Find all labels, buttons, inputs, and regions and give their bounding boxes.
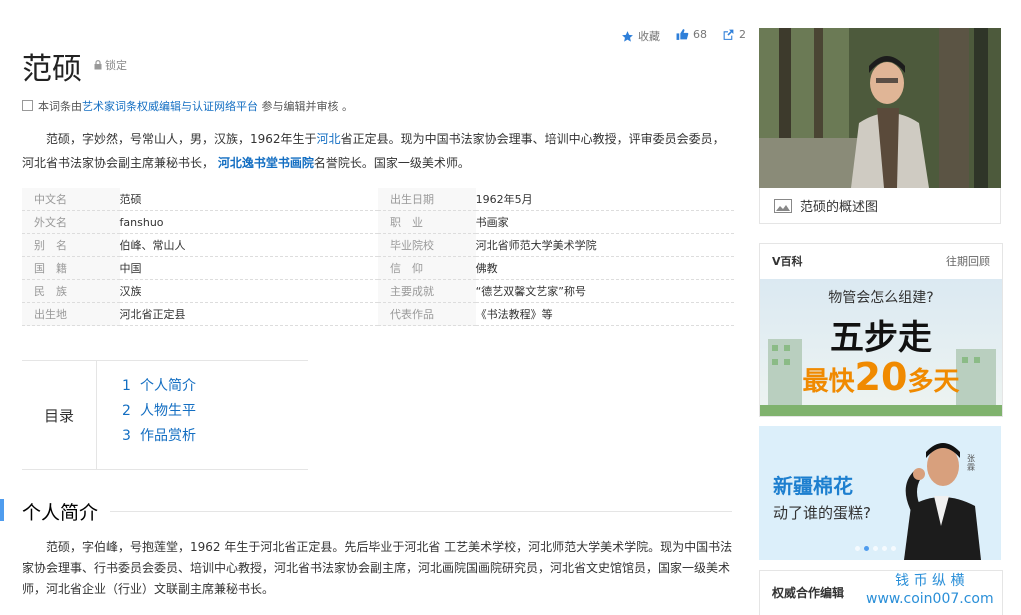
basic-info-row: 出生地 河北省正定县 代表作品 《书法教程》等 xyxy=(22,302,734,326)
section-marker xyxy=(0,499,4,521)
watermark-line2: www.coin007.com xyxy=(866,591,994,607)
basic-info-value: 汉族 xyxy=(119,279,379,303)
basic-info-value: 《书法教程》等 xyxy=(475,302,734,326)
basic-info-table: 中文名 范硕 出生日期 1962年5月 外文名 fanshuo 职 业书画家别 名伯峰、常山… xyxy=(22,188,734,326)
basic-info-value: fanshuo xyxy=(119,210,379,234)
carousel-dots xyxy=(855,546,896,551)
intro-link-yishutang[interactable]: 河北逸书堂书画院 xyxy=(218,156,314,170)
notice-link[interactable]: 艺术家词条权威编辑与认证网络平台 xyxy=(82,100,258,113)
basic-info-key: 民 族 xyxy=(22,279,120,303)
intro-link-hebei[interactable]: 河北 xyxy=(317,132,341,146)
coop-title: 权威合作编辑 xyxy=(772,586,845,600)
basic-info-value: 河北省师范大学美术学院 xyxy=(475,233,734,257)
basic-info-key: 出生地 xyxy=(22,302,120,326)
basic-info-key: 职 业 xyxy=(378,210,476,234)
basic-info-key: 信 仰 xyxy=(378,256,476,280)
notice-prefix: 本词条由 xyxy=(38,100,82,113)
share-icon xyxy=(723,29,734,40)
portrait-photo[interactable] xyxy=(759,28,1001,188)
basic-info-key: 中文名 xyxy=(22,188,120,211)
basic-info-value: 伯峰、常山人 xyxy=(119,233,379,257)
photo-caption-label: 范硕的概述图 xyxy=(800,200,879,215)
carousel-dot[interactable] xyxy=(873,546,878,551)
table-of-contents: 目录 1 个人简介 2 人物生平 3 作品赏析 xyxy=(22,360,308,470)
section-heading: 个人简介 xyxy=(22,502,99,524)
toc-item-2[interactable]: 2 人物生平 xyxy=(122,400,196,425)
toc-item-3[interactable]: 3 作品赏析 xyxy=(122,425,196,450)
intro-text-1: 范硕，字妙然，号常山人，男，汉族，1962年生于 xyxy=(46,132,317,146)
intro-text-3: 名誉院长。国家一级美术师。 xyxy=(313,156,470,170)
basic-info-key: 主要成就 xyxy=(378,279,476,303)
carousel-dot[interactable] xyxy=(882,546,887,551)
photo-caption[interactable]: 范硕的概述图 xyxy=(759,188,1001,224)
basic-info-value: 佛教 xyxy=(475,256,734,280)
like-button[interactable]: 68 xyxy=(676,28,707,41)
basic-info-key: 外文名 xyxy=(22,210,120,234)
like-count: 68 xyxy=(693,28,707,41)
lock-label: 锁定 xyxy=(105,59,127,72)
cotton-banner[interactable]: 新疆棉花 动了谁的蛋糕? 张霖 xyxy=(759,426,1001,560)
basic-info-value: 书画家 xyxy=(475,210,734,234)
basic-info-value: 1962年5月 xyxy=(475,188,734,211)
section-divider xyxy=(110,511,732,512)
watermark: 钱 币 纵 横 www.coin007.com xyxy=(866,572,994,608)
basic-info-value: 河北省正定县 xyxy=(119,302,379,326)
basic-info-key: 出生日期 xyxy=(378,188,476,211)
banner1-headline: 五步走 xyxy=(830,318,932,358)
share-count: 2 xyxy=(739,28,746,41)
favorite-button[interactable]: 收藏 xyxy=(621,28,660,44)
basic-info-key: 代表作品 xyxy=(378,302,476,326)
basic-info-value: “德艺双馨文艺家”称号 xyxy=(475,279,734,303)
vbaike-more-link[interactable]: 往期回顾 xyxy=(946,253,990,269)
basic-info-value: 中国 xyxy=(119,256,379,280)
edit-notice: 本词条由艺术家词条权威编辑与认证网络平台 参与编辑并审核 。 xyxy=(22,98,353,114)
basic-info-row: 民 族汉族 主要成就 “德艺双馨文艺家”称号 xyxy=(22,279,734,303)
basic-info-row: 别 名伯峰、常山人 毕业院校 河北省师范大学美术学院 xyxy=(22,233,734,257)
share-button[interactable]: 2 xyxy=(722,28,746,41)
basic-info-key: 别 名 xyxy=(22,233,120,257)
baike-page: 范硕 锁定 收藏 68 2 本词条由艺术家词条权威编辑与认证网络平台 参与编辑并… xyxy=(0,0,1021,615)
vbaike-panel: V百科 往期回顾 物管会怎么组建? 五步走 最快20多天 xyxy=(759,243,1003,417)
favorite-label: 收藏 xyxy=(638,30,660,43)
basic-info-key: 毕业院校 xyxy=(378,233,476,257)
basic-info-key: 国 籍 xyxy=(22,256,120,280)
image-icon xyxy=(774,198,792,213)
toc-item-1[interactable]: 1 个人简介 xyxy=(122,375,196,400)
basic-info-row: 中文名 范硕 出生日期 1962年5月 xyxy=(22,188,734,211)
presenter-figure xyxy=(904,443,981,560)
carousel-dot[interactable] xyxy=(855,546,860,551)
intro-summary: 范硕，字妙然，号常山人，男，汉族，1962年生于河北省正定县。现为中国书法家协会… xyxy=(22,127,727,175)
lock-status: 锁定 xyxy=(94,57,127,73)
banner2-line2: 动了谁的蛋糕? xyxy=(773,504,871,522)
banner2-line1: 新疆棉花 xyxy=(773,474,853,498)
notice-suffix: 参与编辑并审核 。 xyxy=(261,100,354,113)
carousel-dot[interactable] xyxy=(891,546,896,551)
section-paragraph: 范硕，字伯峰，号抱莲堂，1962 年生于河北省正定县。先后毕业于河北省 工艺美术… xyxy=(22,540,733,596)
toc-label: 目录 xyxy=(22,361,97,469)
basic-info-value: 范硕 xyxy=(119,188,379,211)
vbaike-title: V百科 xyxy=(772,255,803,268)
lock-icon xyxy=(94,60,102,70)
carousel-dot-active[interactable] xyxy=(864,546,869,551)
watermark-line1: 钱 币 纵 横 xyxy=(895,573,965,589)
basic-info-row: 国 籍中国信 仰佛教 xyxy=(22,256,734,280)
star-icon xyxy=(622,30,633,42)
page-title: 范硕 xyxy=(22,52,82,87)
document-icon xyxy=(22,100,33,111)
banner1-question: 物管会怎么组建? xyxy=(828,290,934,306)
banner1-subline: 最快20多天 xyxy=(802,355,960,399)
vbaike-banner[interactable]: 物管会怎么组建? 五步走 最快20多天 xyxy=(760,279,1002,416)
basic-info-row: 外文名 fanshuo 职 业书画家 xyxy=(22,210,734,234)
thumbs-up-icon xyxy=(676,29,689,40)
